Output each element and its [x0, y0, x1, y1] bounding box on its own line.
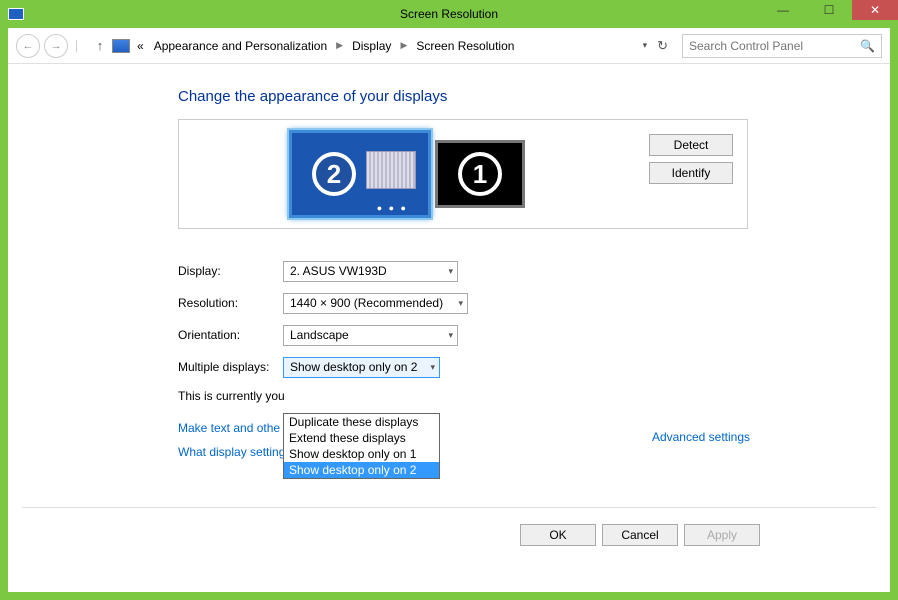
dropdown-option[interactable]: Show desktop only on 1 [284, 446, 439, 462]
titlebar[interactable]: Screen Resolution — ☐ ✕ [0, 0, 898, 28]
resolution-combo[interactable]: 1440 × 900 (Recommended)▾ [283, 293, 468, 314]
resolution-label: Resolution: [178, 296, 283, 310]
monitor-1[interactable]: 1 [435, 140, 525, 208]
search-icon[interactable]: 🔍 [860, 39, 875, 53]
search-box[interactable]: 🔍 [682, 34, 882, 58]
multiple-displays-label: Multiple displays: [178, 360, 283, 374]
orientation-combo[interactable]: Landscape▾ [283, 325, 458, 346]
display-label: Display: [178, 264, 283, 278]
cancel-button[interactable]: Cancel [602, 524, 678, 546]
back-button[interactable]: ← [16, 34, 40, 58]
identify-button[interactable]: Identify [649, 162, 733, 184]
toolbar: ← → ↑ « Appearance and Personalization ▶… [8, 28, 890, 64]
monitor-number: 1 [458, 152, 502, 196]
breadcrumb-item[interactable]: Display [349, 37, 394, 55]
main-display-note: This is currently you [178, 389, 890, 403]
monitor-menu-icon[interactable]: ● ● ● [377, 203, 408, 213]
separator [76, 40, 84, 52]
chevron-down-icon: ▾ [448, 330, 453, 341]
maximize-button[interactable]: ☐ [806, 0, 852, 20]
advanced-settings-link[interactable]: Advanced settings [652, 430, 750, 444]
monitor-number: 2 [312, 152, 356, 196]
multiple-displays-dropdown[interactable]: Duplicate these displays Extend these di… [283, 413, 440, 479]
text-size-link[interactable]: Make text and othe [178, 421, 280, 435]
orientation-label: Orientation: [178, 328, 283, 342]
window-title: Screen Resolution [400, 7, 498, 21]
close-button[interactable]: ✕ [852, 0, 898, 20]
ok-button[interactable]: OK [520, 524, 596, 546]
display-combo[interactable]: 2. ASUS VW193D▾ [283, 261, 458, 282]
chevron-down-icon: ▾ [430, 362, 435, 373]
up-button[interactable]: ↑ [92, 38, 108, 54]
main-panel: Change the appearance of your displays 2… [8, 64, 890, 459]
breadcrumb-item[interactable]: Screen Resolution [413, 37, 517, 55]
chevron-right-icon[interactable]: ▶ [334, 40, 345, 51]
detect-button[interactable]: Detect [649, 134, 733, 156]
monitor-screen-icon [366, 151, 416, 189]
chevron-down-icon: ▾ [448, 266, 453, 277]
minimize-button[interactable]: — [760, 0, 806, 20]
breadcrumb-item[interactable]: Appearance and Personalization [151, 37, 330, 55]
monitor-2[interactable]: 2 ● ● ● [289, 130, 431, 218]
search-input[interactable] [689, 39, 860, 53]
chevron-right-icon[interactable]: ▶ [398, 40, 409, 51]
dialog-buttons: OK Cancel Apply [520, 524, 760, 546]
dropdown-option-selected[interactable]: Show desktop only on 2 [284, 462, 439, 478]
display-preview[interactable]: 2 ● ● ● 1 Detect Identify [178, 119, 748, 229]
refresh-icon[interactable]: ↻ [657, 38, 668, 54]
control-panel-icon [112, 39, 130, 53]
window-controls: — ☐ ✕ [760, 0, 898, 20]
dropdown-option[interactable]: Extend these displays [284, 430, 439, 446]
window: Screen Resolution — ☐ ✕ ← → ↑ « Appearan… [0, 0, 898, 600]
multiple-displays-combo[interactable]: Show desktop only on 2▾ [283, 357, 440, 378]
chevron-down-icon: ▾ [458, 298, 463, 309]
divider [22, 507, 876, 508]
address-dropdown-icon[interactable]: ▾ [643, 40, 648, 51]
apply-button[interactable]: Apply [684, 524, 760, 546]
forward-button[interactable]: → [44, 34, 68, 58]
app-icon [8, 8, 24, 20]
address-bar[interactable]: « Appearance and Personalization ▶ Displ… [112, 37, 668, 55]
page-heading: Change the appearance of your displays [178, 88, 890, 105]
content-area: ← → ↑ « Appearance and Personalization ▶… [8, 28, 890, 592]
dropdown-option[interactable]: Duplicate these displays [284, 414, 439, 430]
breadcrumb-prefix: « [134, 37, 147, 55]
